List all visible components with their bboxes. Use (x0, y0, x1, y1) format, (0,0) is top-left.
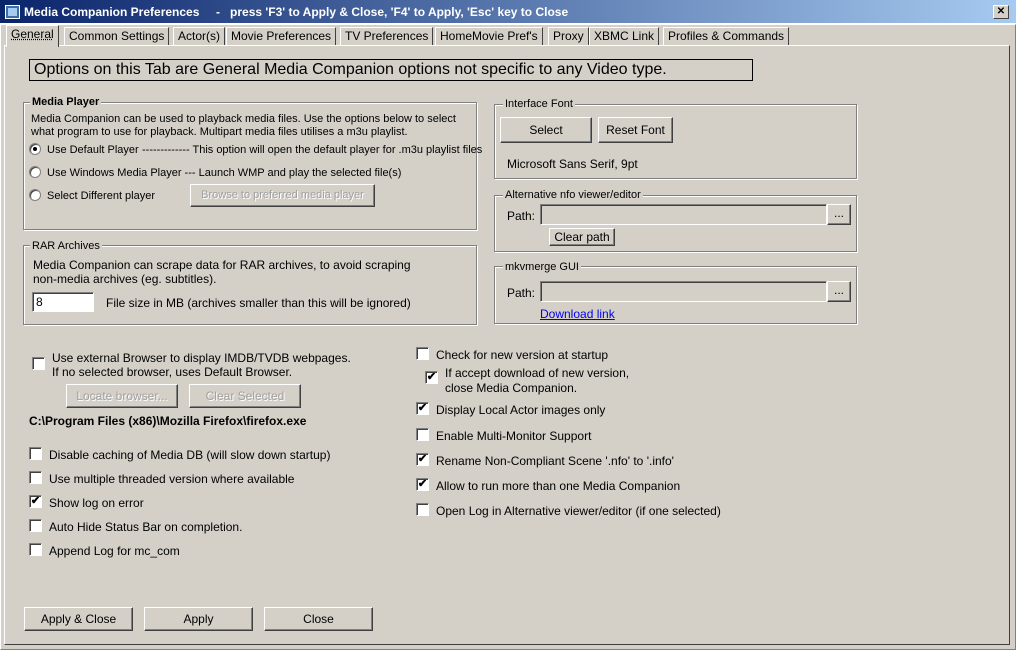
disable-caching-label: Disable caching of Media DB (will slow d… (49, 448, 331, 462)
general-tab-banner: Options on this Tab are General Media Co… (29, 59, 753, 81)
current-font-label: Microsoft Sans Serif, 9pt (507, 157, 638, 171)
external-browser-label1: Use external Browser to display IMDB/TVD… (52, 351, 351, 365)
other-player-label: Select Different player (47, 190, 156, 202)
clear-nfo-path-button[interactable]: Clear path (549, 228, 615, 246)
tab-movie-preferences[interactable]: Movie Preferences (226, 27, 337, 46)
media-player-legend: Media Player (30, 96, 102, 108)
apply-button[interactable]: Apply (144, 607, 253, 631)
external-browser-label2: If no selected browser, uses Default Bro… (52, 365, 293, 379)
other-player-radio[interactable] (29, 189, 41, 201)
multimonitor-checkbox[interactable] (416, 428, 429, 441)
close-on-download-label2: close Media Companion. (445, 381, 578, 395)
mkvmerge-download-link[interactable]: Download link (540, 307, 615, 321)
nfo-browse-button[interactable]: ... (827, 204, 851, 225)
window-title: Media Companion Preferences - press 'F3'… (24, 5, 569, 19)
auto-hide-status-checkbox[interactable] (29, 519, 42, 532)
check-version-label: Check for new version at startup (436, 348, 609, 362)
tab-proxy[interactable]: Proxy (548, 27, 589, 46)
clear-browser-button[interactable]: Clear Selected (189, 384, 301, 408)
external-browser-checkbox[interactable] (32, 357, 45, 370)
default-player-radio[interactable] (29, 143, 41, 155)
apply-close-button[interactable]: Apply & Close (24, 607, 133, 631)
browser-path: C:\Program Files (x86)\Mozilla Firefox\f… (29, 414, 307, 428)
auto-hide-status-label: Auto Hide Status Bar on completion. (49, 520, 243, 534)
tab-general[interactable]: General (6, 25, 59, 47)
mkvmerge-browse-button[interactable]: ... (827, 281, 851, 302)
nfo-viewer-legend: Alternative nfo viewer/editor (503, 189, 643, 201)
tab-actors[interactable]: Actor(s) (173, 27, 225, 46)
nfo-path-input[interactable] (540, 204, 827, 225)
media-player-desc2: what program to use for playback. Multip… (31, 126, 408, 138)
close-window-button[interactable]: ✕ (993, 5, 1009, 19)
media-player-desc1: Media Companion can be used to playback … (31, 113, 456, 125)
rename-nfo-checkbox[interactable]: ✔ (416, 453, 429, 466)
show-log-label: Show log on error (49, 496, 144, 510)
append-log-label: Append Log for mc_com (49, 544, 180, 558)
tab-xbmc-link[interactable]: XBMC Link (589, 27, 660, 46)
close-on-download-checkbox[interactable]: ✔ (425, 371, 438, 384)
rar-size-input[interactable]: 8 (32, 292, 94, 312)
close-on-download-label1: If accept download of new version, (445, 366, 630, 380)
open-log-alt-checkbox[interactable] (416, 503, 429, 516)
mkvmerge-path-input[interactable] (540, 281, 827, 302)
tab-common-settings[interactable]: Common Settings (64, 27, 170, 46)
default-player-label: Use Default Player (47, 144, 139, 156)
local-actor-checkbox[interactable]: ✔ (416, 402, 429, 415)
tab-tv-preferences[interactable]: TV Preferences (340, 27, 434, 46)
open-log-alt-label: Open Log in Alternative viewer/editor (i… (436, 504, 721, 518)
tab-profiles-commands[interactable]: Profiles & Commands (663, 27, 790, 46)
local-actor-label: Display Local Actor images only (436, 403, 606, 417)
multimonitor-label: Enable Multi-Monitor Support (436, 429, 592, 443)
browse-media-player-button[interactable]: Browse to preferred media player (190, 184, 375, 207)
reset-font-button[interactable]: Reset Font (598, 117, 673, 143)
tab-homemovie-prefs[interactable]: HomeMovie Pref's (435, 27, 543, 46)
interface-font-legend: Interface Font (503, 98, 575, 110)
disable-caching-checkbox[interactable] (29, 447, 42, 460)
rar-desc2: non-media archives (eg. subtitles). (33, 272, 217, 286)
nfo-path-label: Path: (507, 209, 536, 223)
locate-browser-button[interactable]: Locate browser... (66, 384, 178, 408)
multi-instance-checkbox[interactable]: ✔ (416, 478, 429, 491)
mkvmerge-path-label: Path: (507, 286, 536, 300)
show-log-checkbox[interactable]: ✔ (29, 495, 42, 508)
rar-archives-legend: RAR Archives (30, 240, 102, 252)
close-button[interactable]: Close (264, 607, 373, 631)
wmp-player-radio[interactable] (29, 166, 41, 178)
wmp-player-label: Use Windows Media Player --- Launch WMP … (47, 167, 402, 179)
rename-nfo-label: Rename Non-Compliant Scene '.nfo' to '.i… (436, 454, 674, 468)
default-player-note: ------------- This option will open the … (142, 144, 483, 156)
app-icon (5, 5, 20, 19)
check-version-checkbox[interactable] (416, 347, 429, 360)
rar-size-label: File size in MB (archives smaller than t… (106, 296, 411, 310)
tab-label: General (11, 27, 54, 41)
select-font-button[interactable]: Select (500, 117, 592, 143)
multithread-label: Use multiple threaded version where avai… (49, 472, 295, 486)
mkvmerge-legend: mkvmerge GUI (503, 261, 581, 273)
rar-desc1: Media Companion can scrape data for RAR … (33, 258, 411, 272)
multithread-checkbox[interactable] (29, 471, 42, 484)
multi-instance-label: Allow to run more than one Media Compani… (436, 479, 681, 493)
append-log-checkbox[interactable] (29, 543, 42, 556)
